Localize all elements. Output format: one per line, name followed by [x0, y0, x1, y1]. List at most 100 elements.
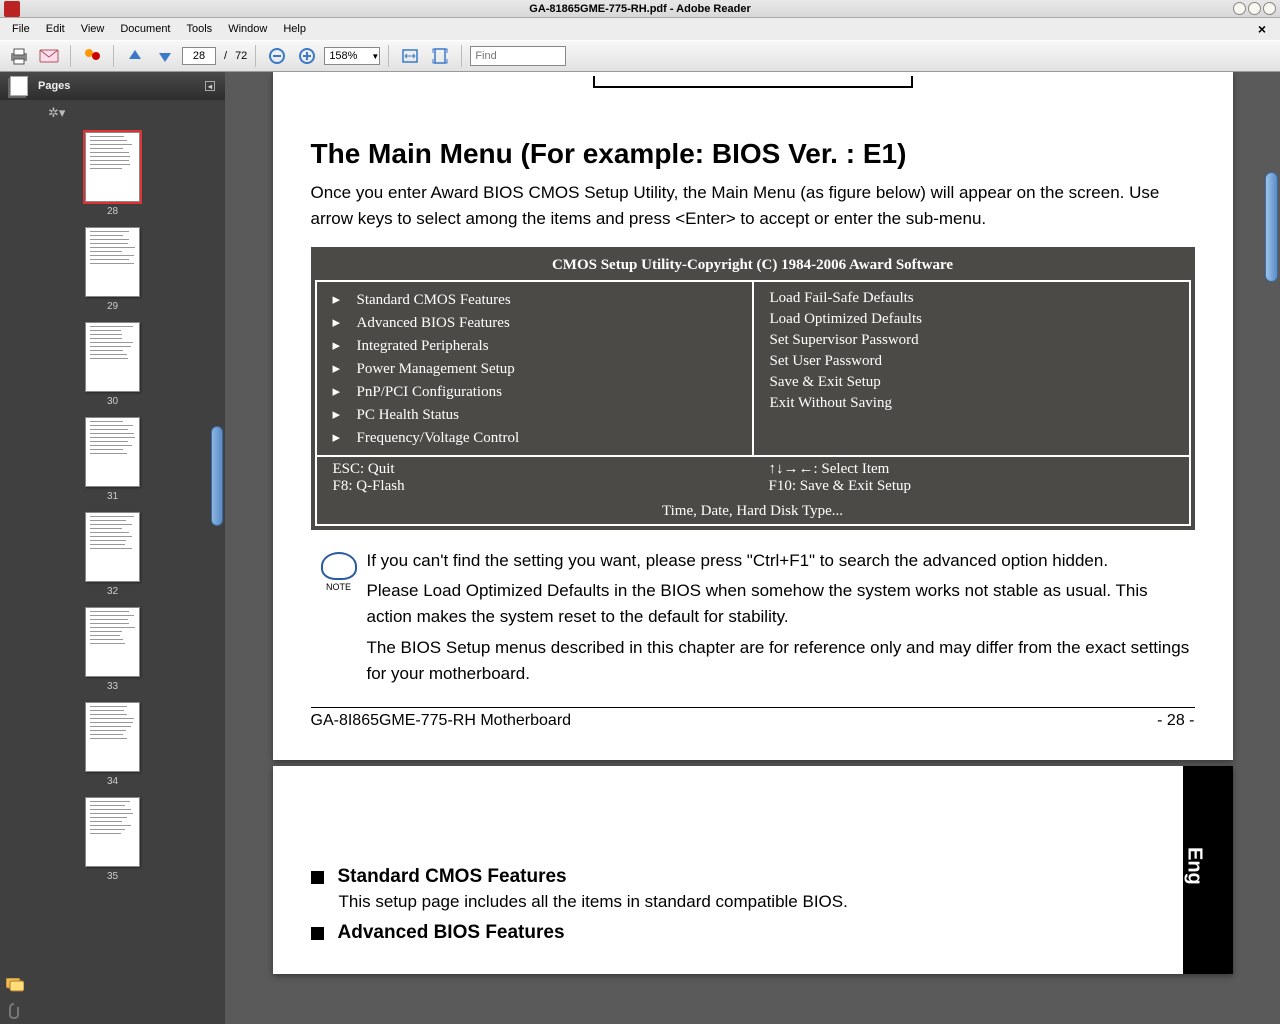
- toolbar-separator: [255, 45, 256, 67]
- print-button[interactable]: [6, 44, 32, 68]
- thumbnail-page-30[interactable]: 30: [0, 322, 225, 407]
- minimize-button[interactable]: [1233, 2, 1246, 15]
- thumbnail-page-33[interactable]: 33: [0, 607, 225, 692]
- menu-file[interactable]: File: [4, 21, 38, 37]
- page-separator: /: [224, 50, 227, 62]
- intro-paragraph: Once you enter Award BIOS CMOS Setup Uti…: [311, 180, 1195, 233]
- bios-menu-item: ▸Integrated Peripherals: [333, 334, 736, 357]
- page-down-button[interactable]: [152, 44, 178, 68]
- menu-view[interactable]: View: [73, 21, 113, 37]
- thumbnail-label: 34: [107, 776, 118, 787]
- section-heading: The Main Menu (For example: BIOS Ver. : …: [311, 138, 1195, 170]
- pages-panel-title: Pages: [38, 80, 70, 92]
- bullet-icon: [311, 871, 324, 884]
- zoom-out-button[interactable]: [264, 44, 290, 68]
- thumbnail-label: 35: [107, 871, 118, 882]
- sidebar-scrollbar-thumb[interactable]: [211, 426, 223, 526]
- bios-f10: F10: Save & Exit Setup: [769, 478, 1173, 495]
- thumbnail-page-28[interactable]: 28: [0, 132, 225, 217]
- window-controls: [1233, 2, 1276, 15]
- thumbnail-label: 30: [107, 396, 118, 407]
- pages-panel: Pages ◂ ✲▾ 28 29 30 31 32 33 34 35: [0, 72, 225, 1024]
- window-titlebar: GA-81865GME-775-RH.pdf - Adobe Reader: [0, 0, 1280, 18]
- bios-menu-item: Load Fail-Safe Defaults: [770, 288, 1173, 309]
- collaborate-button[interactable]: [79, 44, 105, 68]
- bios-left-column: ▸Standard CMOS Features▸Advanced BIOS Fe…: [317, 282, 754, 455]
- note-paragraph: Please Load Optimized Defaults in the BI…: [367, 578, 1195, 631]
- language-label: Eng: [1183, 847, 1206, 885]
- app-icon: [4, 1, 20, 17]
- toolbar-separator: [461, 45, 462, 67]
- page-number-input[interactable]: [182, 47, 216, 65]
- legend-box: [593, 76, 913, 88]
- bios-hint: Time, Date, Hard Disk Type...: [317, 499, 1189, 524]
- attachments-icon[interactable]: [6, 1002, 24, 1018]
- menu-document[interactable]: Document: [112, 21, 178, 37]
- page-footer: GA-8I865GME-775-RH Motherboard - 28 -: [311, 707, 1195, 730]
- thumbnail-list[interactable]: 28 29 30 31 32 33 34 35: [0, 126, 225, 1024]
- bios-right-column: Load Fail-Safe DefaultsLoad Optimized De…: [754, 282, 1189, 455]
- comments-icon[interactable]: [6, 978, 24, 994]
- window-title: GA-81865GME-775-RH.pdf - Adobe Reader: [529, 3, 750, 15]
- bios-f8: F8: Q-Flash: [333, 478, 737, 495]
- bios-menu-item: Save & Exit Setup: [770, 372, 1173, 393]
- bullet-icon: [311, 927, 324, 940]
- thumbnail-page-34[interactable]: 34: [0, 702, 225, 787]
- section-title: Advanced BIOS Features: [338, 922, 565, 943]
- bios-menu-item: Set User Password: [770, 351, 1173, 372]
- zoom-in-button[interactable]: [294, 44, 320, 68]
- fit-page-button[interactable]: [427, 44, 453, 68]
- note-icon: NOTE: [311, 548, 367, 688]
- document-close-icon[interactable]: ×: [1250, 19, 1274, 39]
- bios-menu-item: Set Supervisor Password: [770, 330, 1173, 351]
- thumbnail-label: 32: [107, 586, 118, 597]
- fit-width-button[interactable]: [397, 44, 423, 68]
- email-button[interactable]: [36, 44, 62, 68]
- menu-window[interactable]: Window: [220, 21, 275, 37]
- zoom-value: 158%: [329, 50, 357, 62]
- footer-model: GA-8I865GME-775-RH Motherboard: [311, 712, 1158, 730]
- menu-tools[interactable]: Tools: [179, 21, 221, 37]
- note-paragraph: The BIOS Setup menus described in this c…: [367, 635, 1195, 688]
- bios-menu-item: ▸Standard CMOS Features: [333, 288, 736, 311]
- document-view[interactable]: ↑↓:Move Enter :Accept ESC:Exit The Main …: [225, 72, 1280, 1024]
- thumbnail-label: 29: [107, 301, 118, 312]
- note-paragraph: If you can't find the setting you want, …: [367, 548, 1195, 574]
- thumbnail-page-29[interactable]: 29: [0, 227, 225, 312]
- bios-menu-item: ▸Frequency/Voltage Control: [333, 426, 736, 449]
- thumbnail-page-35[interactable]: 35: [0, 797, 225, 882]
- thumbnail-page-31[interactable]: 31: [0, 417, 225, 502]
- section-heading: Standard CMOS Features: [311, 866, 1195, 888]
- page-up-button[interactable]: [122, 44, 148, 68]
- find-input[interactable]: [470, 46, 566, 66]
- collapse-panel-button[interactable]: ◂: [205, 81, 215, 91]
- zoom-select[interactable]: 158%▼: [324, 47, 380, 65]
- close-button[interactable]: [1263, 2, 1276, 15]
- section-heading: Advanced BIOS Features: [311, 922, 1195, 944]
- pages-options[interactable]: ✲▾: [0, 100, 225, 126]
- main-scrollbar-thumb[interactable]: [1265, 172, 1278, 282]
- section-title: Standard CMOS Features: [338, 866, 567, 887]
- bios-esc: ESC: Quit: [333, 461, 737, 478]
- gear-icon: ✲▾: [48, 105, 65, 121]
- thumbnail-label: 28: [107, 206, 118, 217]
- bios-menu-item: Load Optimized Defaults: [770, 309, 1173, 330]
- pages-icon: [10, 76, 28, 96]
- bios-menu-item: ▸PnP/PCI Configurations: [333, 380, 736, 403]
- toolbar-separator: [388, 45, 389, 67]
- note-label: NOTE: [311, 582, 367, 592]
- thumbnail-label: 33: [107, 681, 118, 692]
- menu-help[interactable]: Help: [275, 21, 314, 37]
- menu-edit[interactable]: Edit: [38, 21, 73, 37]
- menubar: File Edit View Document Tools Window Hel…: [0, 18, 1280, 40]
- bios-menu-item: ▸PC Health Status: [333, 403, 736, 426]
- bios-menu-item: ▸Power Management Setup: [333, 357, 736, 380]
- maximize-button[interactable]: [1248, 2, 1261, 15]
- thumbnail-page-32[interactable]: 32: [0, 512, 225, 597]
- page-total: 72: [235, 50, 247, 62]
- toolbar-separator: [70, 45, 71, 67]
- bios-menu-item: Exit Without Saving: [770, 393, 1173, 414]
- thumbnail-label: 31: [107, 491, 118, 502]
- section-paragraph: This setup page includes all the items i…: [339, 892, 1195, 912]
- toolbar: / 72 158%▼: [0, 40, 1280, 72]
